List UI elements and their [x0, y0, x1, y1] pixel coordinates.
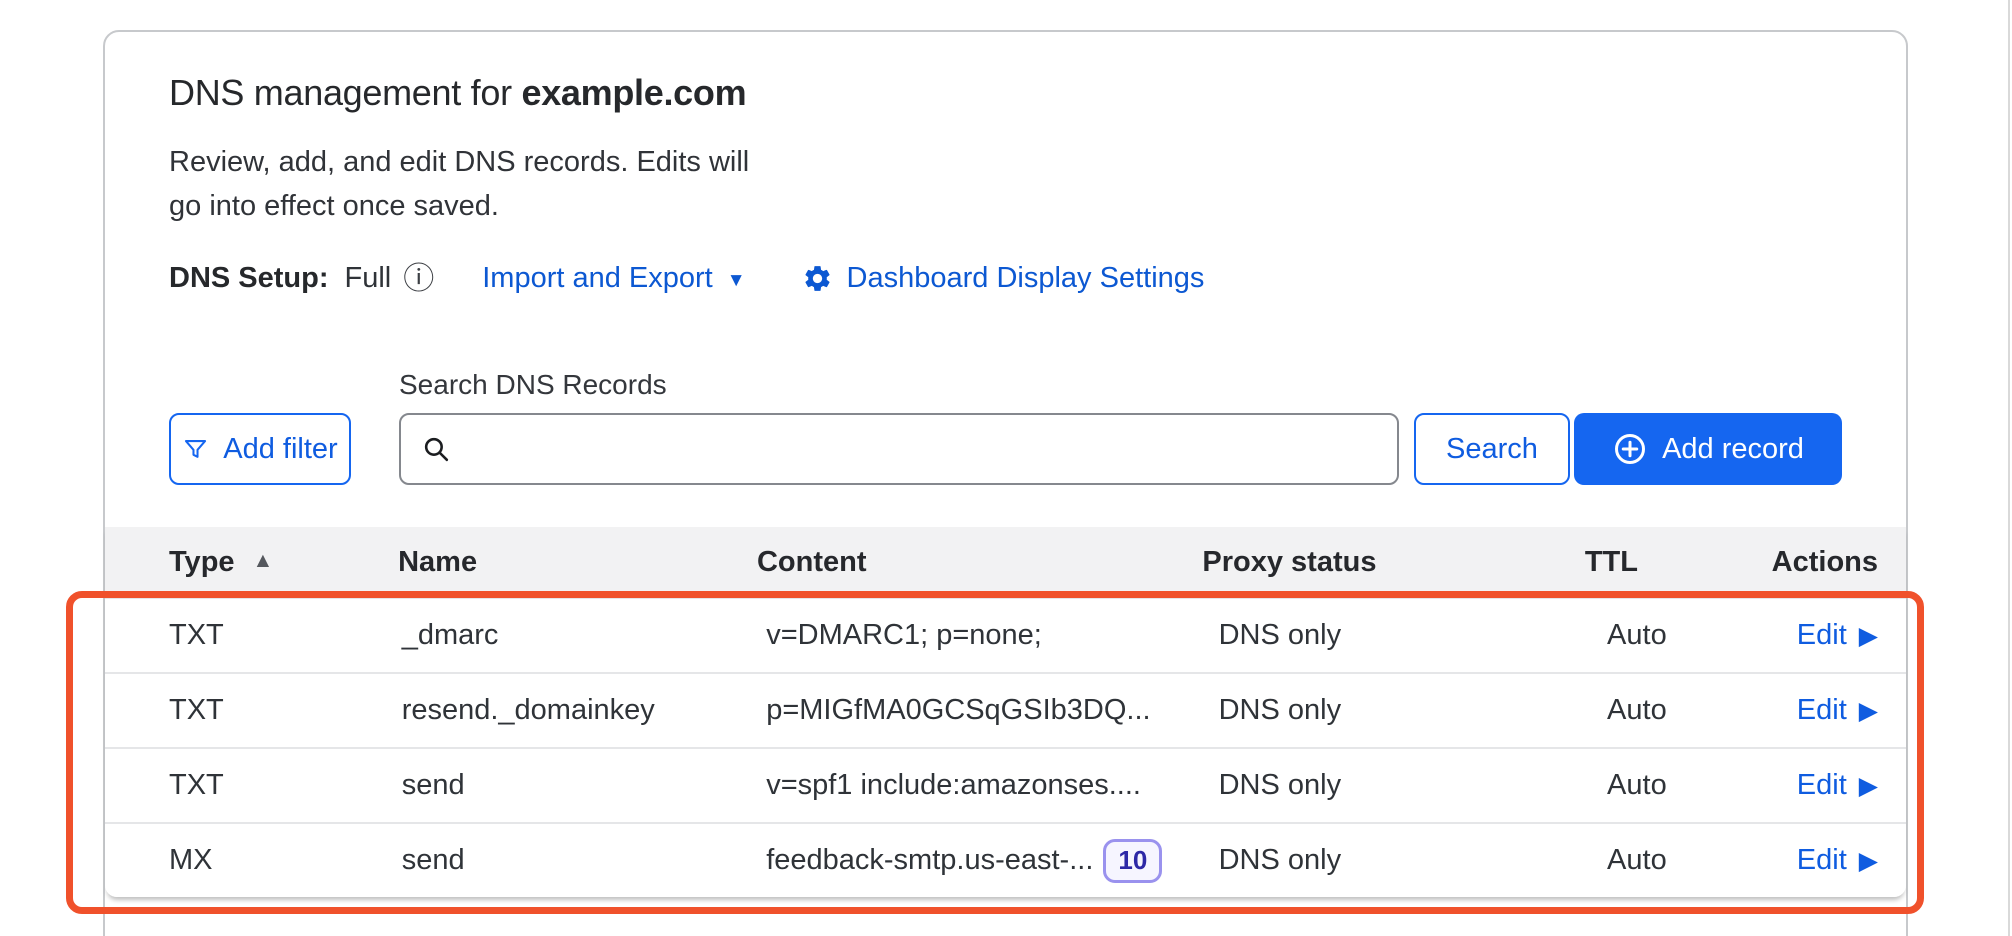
page-title-domain: example.com	[521, 72, 746, 113]
table-row: TXT _dmarc v=DMARC1; p=none; DNS only Au…	[105, 597, 1906, 672]
add-filter-label: Add filter	[223, 433, 337, 466]
add-filter-button[interactable]: Add filter	[169, 413, 351, 485]
chevron-down-icon: ▼	[727, 268, 746, 290]
edit-record-link[interactable]: Edit ▶	[1797, 844, 1878, 877]
import-export-link[interactable]: Import and Export ▼	[482, 262, 745, 295]
controls-row: Add filter Search Add record	[169, 413, 1842, 485]
cell-name: send	[402, 844, 767, 877]
add-record-button[interactable]: Add record	[1574, 413, 1842, 485]
column-header-type-label: Type	[169, 546, 235, 579]
cell-content: feedback-smtp.us-east-...	[766, 844, 1093, 877]
cell-ttl: Auto	[1607, 844, 1797, 877]
cell-proxy-status: DNS only	[1219, 769, 1607, 802]
edit-record-link[interactable]: Edit ▶	[1797, 769, 1878, 802]
cell-name: _dmarc	[402, 619, 767, 652]
cell-ttl: Auto	[1607, 769, 1797, 802]
dns-management-page: DNS management forexample.com Review, ad…	[0, 0, 2012, 936]
priority-badge: 10	[1103, 839, 1162, 883]
cell-type: TXT	[105, 769, 402, 802]
cell-content: v=spf1 include:amazonses....	[766, 769, 1218, 802]
add-record-label: Add record	[1662, 433, 1804, 466]
cell-type: TXT	[105, 694, 402, 727]
column-header-actions: Actions	[1772, 546, 1906, 579]
dashboard-display-settings-link[interactable]: Dashboard Display Settings	[802, 262, 1205, 295]
cell-proxy-status: DNS only	[1219, 694, 1607, 727]
edit-label: Edit	[1797, 619, 1847, 652]
funnel-icon	[182, 436, 209, 463]
column-header-ttl: TTL	[1585, 546, 1772, 579]
cell-content: v=DMARC1; p=none;	[766, 619, 1218, 652]
info-icon[interactable]: ⓘ	[403, 263, 434, 294]
arrow-right-icon: ▶	[1859, 622, 1878, 649]
column-header-proxy-status: Proxy status	[1202, 546, 1584, 579]
table-header-row: Type ▲ Name Content Proxy status TTL Act…	[105, 527, 1906, 597]
edit-label: Edit	[1797, 769, 1847, 802]
arrow-right-icon: ▶	[1859, 772, 1878, 799]
page-title: DNS management forexample.com	[169, 72, 1842, 114]
arrow-right-icon: ▶	[1859, 847, 1878, 874]
cell-type: TXT	[105, 619, 402, 652]
cell-proxy-status: DNS only	[1219, 844, 1607, 877]
edit-label: Edit	[1797, 844, 1847, 877]
search-icon	[421, 434, 452, 465]
dashboard-display-settings-label: Dashboard Display Settings	[847, 262, 1205, 295]
dns-records-table: Type ▲ Name Content Proxy status TTL Act…	[105, 527, 1906, 897]
table-row: TXT send v=spf1 include:amazonses.... DN…	[105, 747, 1906, 822]
plus-circle-icon	[1612, 431, 1648, 467]
table-row: TXT resend._domainkey p=MIGfMA0GCSqGSIb3…	[105, 672, 1906, 747]
cell-content: p=MIGfMA0GCSqGSIb3DQ...	[766, 694, 1218, 727]
page-subtitle: Review, add, and edit DNS records. Edits…	[169, 140, 1842, 228]
edit-record-link[interactable]: Edit ▶	[1797, 619, 1878, 652]
search-input[interactable]	[452, 415, 1397, 483]
import-export-label: Import and Export	[482, 262, 713, 295]
cell-name: resend._domainkey	[402, 694, 767, 727]
cell-proxy-status: DNS only	[1219, 619, 1607, 652]
table-row: MX send feedback-smtp.us-east-... 10 DNS…	[105, 822, 1906, 897]
search-button-label: Search	[1446, 433, 1538, 466]
arrow-right-icon: ▶	[1859, 697, 1878, 724]
dns-setup-row: DNS Setup: Full ⓘ Import and Export ▼ Da…	[169, 262, 1842, 295]
edit-label: Edit	[1797, 694, 1847, 727]
gear-icon	[802, 263, 833, 294]
dns-management-card: DNS management forexample.com Review, ad…	[103, 30, 1908, 936]
cell-type: MX	[105, 844, 402, 877]
edit-record-link[interactable]: Edit ▶	[1797, 694, 1878, 727]
search-box	[399, 413, 1399, 485]
search-button[interactable]: Search	[1414, 413, 1570, 485]
cell-name: send	[402, 769, 767, 802]
sort-asc-icon: ▲	[253, 550, 274, 575]
cell-ttl: Auto	[1607, 619, 1797, 652]
search-label: Search DNS Records	[399, 369, 1842, 401]
dns-setup-value: Full	[345, 262, 392, 295]
window-edge-line	[2008, 0, 2010, 936]
column-header-content: Content	[757, 546, 1202, 579]
cell-ttl: Auto	[1607, 694, 1797, 727]
page-title-prefix: DNS management for	[169, 72, 512, 113]
column-header-name: Name	[398, 546, 757, 579]
column-header-type[interactable]: Type ▲	[105, 546, 398, 579]
dns-setup-label: DNS Setup:	[169, 262, 329, 295]
